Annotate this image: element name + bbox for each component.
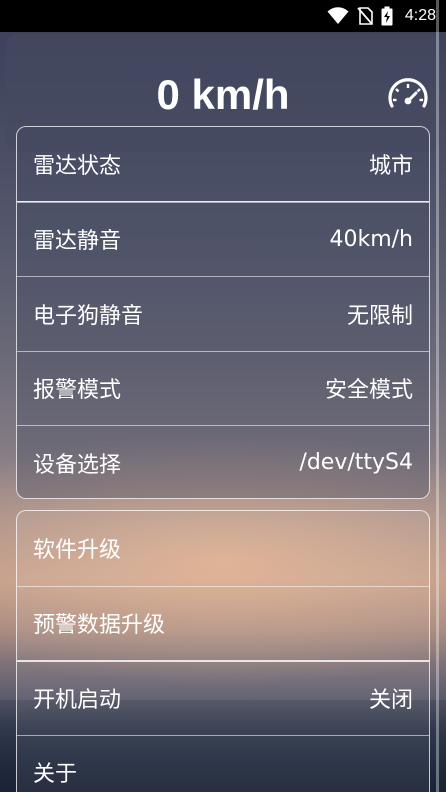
setting-row-warning-data-upgrade[interactable]: 预警数据升级	[17, 585, 429, 661]
wifi-icon	[327, 7, 349, 24]
setting-value: 安全模式	[324, 378, 413, 404]
setting-label: 关于	[33, 762, 78, 788]
setting-label: 设备选择	[33, 452, 122, 478]
no-sim-icon	[357, 7, 373, 25]
battery-charging-icon	[381, 6, 393, 26]
radar-settings-card: 雷达状态 城市 雷达静音 40km/h 电子狗静音 无限制 报警模式 安全模式 …	[16, 126, 430, 499]
setting-row-device-select[interactable]: 设备选择 /dev/ttyS4	[17, 425, 429, 498]
setting-label: 软件升级	[33, 538, 122, 564]
setting-label: 开机启动	[33, 688, 122, 714]
setting-label: 电子狗静音	[33, 303, 144, 329]
speedometer-icon[interactable]	[386, 76, 430, 112]
setting-row-radar-mute[interactable]: 雷达静音 40km/h	[17, 201, 429, 277]
speed-readout: 0 km/h	[156, 71, 290, 118]
setting-value: 无限制	[346, 303, 413, 329]
setting-row-e-dog-mute[interactable]: 电子狗静音 无限制	[17, 276, 429, 351]
system-settings-card: 软件升级 预警数据升级 开机启动 关闭 关于	[16, 510, 430, 792]
scroll-edge-indicator	[436, 0, 439, 792]
status-bar: 4:28	[0, 0, 446, 32]
setting-row-alarm-mode[interactable]: 报警模式 安全模式	[17, 350, 429, 426]
setting-label: 预警数据升级	[33, 613, 166, 639]
status-clock: 4:28	[404, 7, 436, 24]
setting-label: 报警模式	[33, 378, 122, 404]
setting-row-software-upgrade[interactable]: 软件升级	[17, 511, 429, 586]
setting-label: 雷达静音	[33, 229, 122, 255]
setting-row-auto-start[interactable]: 开机启动 关闭	[17, 660, 429, 735]
setting-row-about[interactable]: 关于	[17, 734, 429, 792]
setting-value: 关闭	[368, 688, 413, 714]
setting-value: /dev/ttyS4	[299, 450, 413, 476]
setting-row-radar-status[interactable]: 雷达状态 城市	[17, 127, 429, 202]
setting-value: 城市	[368, 153, 413, 179]
setting-label: 雷达状态	[33, 153, 122, 179]
setting-value: 40km/h	[329, 226, 413, 252]
